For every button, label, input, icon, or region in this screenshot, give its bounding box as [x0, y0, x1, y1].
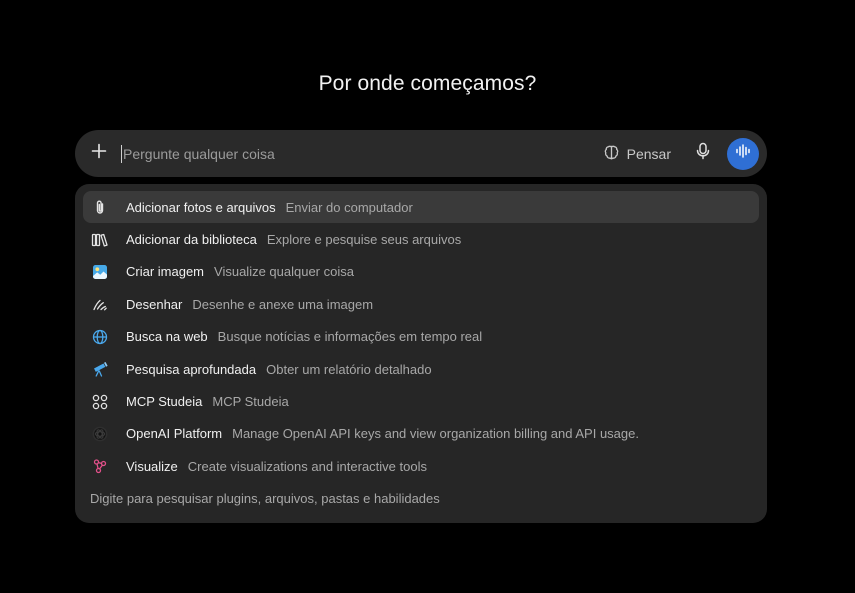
- openai-icon: [90, 424, 110, 444]
- plus-icon: [91, 143, 107, 164]
- menu-item-description: Obter um relatório detalhado: [266, 361, 432, 377]
- microphone-button[interactable]: [685, 136, 721, 172]
- menu-item-description: Manage OpenAI API keys and view organiza…: [232, 426, 639, 442]
- waveform-icon: [735, 143, 751, 164]
- menu-item-description: Desenhe e anexe uma imagem: [192, 296, 374, 312]
- menu-item-mcp-studeia[interactable]: MCP Studeia MCP Studeia: [83, 385, 759, 417]
- add-attachment-button[interactable]: [79, 134, 119, 174]
- microphone-icon: [695, 142, 711, 165]
- menu-item-title: Busca na web: [126, 329, 208, 345]
- menu-item-title: MCP Studeia: [126, 394, 203, 410]
- globe-icon: [90, 327, 110, 347]
- menu-item-openai-platform[interactable]: OpenAI Platform Manage OpenAI API keys a…: [83, 418, 759, 450]
- menu-item-title: OpenAI Platform: [126, 426, 223, 442]
- paperclip-icon: [90, 197, 110, 217]
- menu-item-title: Visualize: [126, 458, 178, 474]
- menu-item-web-search[interactable]: Busca na web Busque notícias e informaçõ…: [83, 321, 759, 353]
- menu-item-add-files[interactable]: Adicionar fotos e arquivos Enviar do com…: [83, 191, 759, 224]
- tools-menu: Adicionar fotos e arquivos Enviar do com…: [75, 184, 767, 523]
- menu-item-title: Pesquisa aprofundada: [126, 361, 257, 377]
- menu-item-title: Adicionar fotos e arquivos: [126, 199, 276, 215]
- apps-grid-icon: [90, 392, 110, 412]
- menu-item-create-image[interactable]: Criar imagem Visualize qualquer coisa: [83, 256, 759, 288]
- menu-item-deep-research[interactable]: Pesquisa aprofundada Obter um relatório …: [83, 353, 759, 385]
- menu-item-description: Visualize qualquer coisa: [214, 264, 354, 280]
- menu-item-draw[interactable]: Desenhar Desenhe e anexe uma imagem: [83, 288, 759, 320]
- menu-item-title: Criar imagem: [126, 264, 205, 280]
- prompt-area: [121, 130, 593, 177]
- visualize-icon: [90, 456, 110, 476]
- library-icon: [90, 230, 110, 250]
- prompt-input[interactable]: [123, 145, 593, 162]
- menu-footer-hint: Digite para pesquisar plugins, arquivos,…: [90, 491, 440, 507]
- menu-item-description: Create visualizations and interactive to…: [187, 458, 427, 474]
- page-heading: Por onde começamos?: [318, 72, 537, 95]
- text-caret: [121, 144, 122, 163]
- composer-bar: Pensar: [75, 130, 767, 177]
- menu-item-description: Busque notícias e informações em tempo r…: [217, 329, 483, 345]
- menu-item-title: Adicionar da biblioteca: [126, 232, 257, 248]
- think-button[interactable]: Pensar: [593, 138, 681, 170]
- menu-item-title: Desenhar: [126, 296, 183, 312]
- image-icon: [90, 262, 110, 282]
- telescope-icon: [90, 359, 110, 379]
- think-label: Pensar: [626, 145, 671, 162]
- page: Por onde começamos? Pensar: [0, 0, 855, 593]
- voice-mode-button[interactable]: [727, 137, 759, 170]
- menu-item-description: Explore e pesquise seus arquivos: [266, 232, 462, 248]
- menu-item-description: Enviar do computador: [285, 199, 413, 215]
- draw-icon: [90, 294, 110, 314]
- brain-icon: [603, 144, 620, 164]
- menu-item-library[interactable]: Adicionar da biblioteca Explore e pesqui…: [83, 223, 759, 255]
- menu-item-visualize[interactable]: Visualize Create visualizations and inte…: [83, 450, 759, 482]
- menu-item-description: MCP Studeia: [212, 394, 289, 410]
